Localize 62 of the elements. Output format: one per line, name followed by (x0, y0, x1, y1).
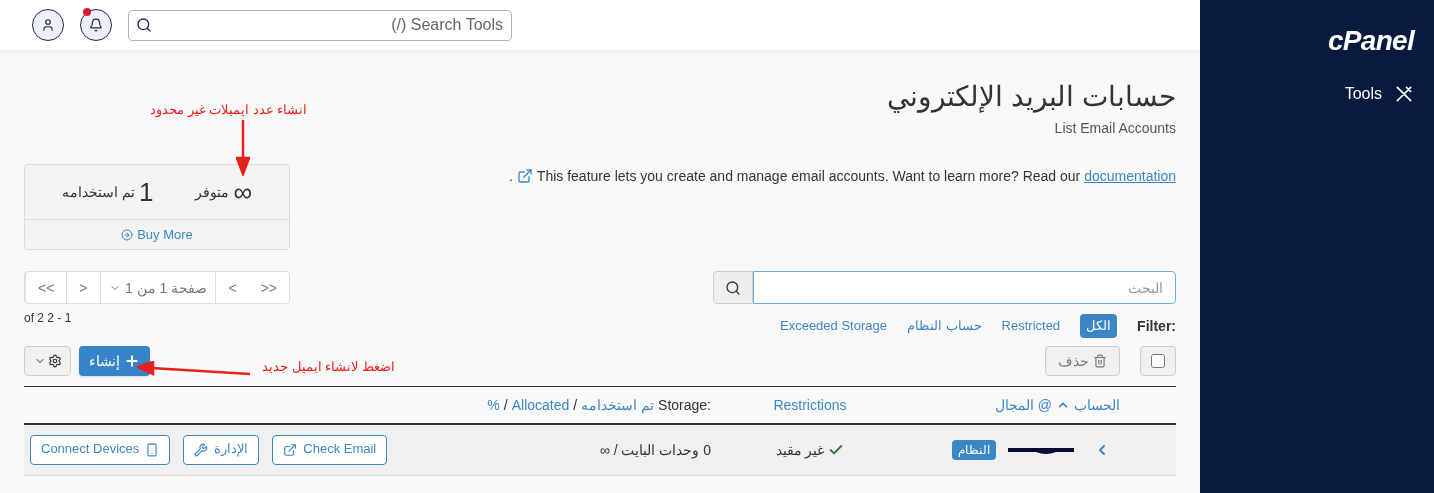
stat-label: متوفر (195, 183, 230, 202)
search-tools-field[interactable]: (/) Search Tools (128, 9, 512, 41)
page-nav-button[interactable]: >> (248, 272, 289, 303)
bell-icon (89, 18, 103, 32)
header-separator: / (503, 395, 508, 415)
annotation-text: اضغط لانشاء ايميل جديد (262, 358, 395, 376)
settings-dropdown-button[interactable] (24, 345, 71, 376)
feature-description: This feature lets you create and manage email accounts. Want to learn more? Read our documentation (536, 167, 1176, 186)
storage-header-label: Storage: (658, 395, 711, 415)
page-nav-button[interactable]: > (66, 272, 100, 303)
plus-icon (124, 352, 140, 369)
search-icon (136, 16, 152, 33)
stat-value: 1 (138, 179, 154, 205)
sidebar-item[interactable]: Tools (1344, 82, 1414, 106)
filter-option[interactable]: حساب النظام (906, 316, 982, 336)
storage-sort-link[interactable]: Allocated (511, 394, 570, 415)
search-icon (725, 279, 741, 296)
trash-icon (1093, 353, 1107, 368)
page-subtitle: List Email Accounts (1054, 119, 1176, 138)
wrench-icon (194, 442, 209, 457)
user-icon (41, 18, 55, 32)
page-nav-button[interactable]: < (215, 272, 249, 303)
annotation-text: انشاء عدد ايميلات غير محدود (150, 101, 308, 120)
user-button[interactable] (32, 9, 64, 41)
row-action-button[interactable]: Check Email (272, 434, 388, 465)
header-separator: / (573, 395, 578, 415)
select-all-checkbox[interactable] (1151, 353, 1165, 368)
account-sort-link[interactable]: الحساب (1074, 394, 1120, 415)
external-link-icon (283, 442, 298, 457)
cpanel-logo: cPanel (1327, 24, 1414, 58)
description-end-mark: . (508, 167, 513, 186)
restrictions-header[interactable]: Restrictions (773, 394, 847, 415)
tools-icon (1394, 84, 1414, 104)
gear-icon (47, 353, 62, 368)
system-badge: النظام (952, 439, 996, 460)
external-link-icon (516, 168, 533, 184)
row-action-button[interactable]: الإدارة (183, 434, 260, 465)
search-button[interactable] (713, 271, 753, 304)
notifications-button[interactable] (80, 9, 112, 41)
page-select[interactable]: صفحة 1 من 1 (99, 272, 216, 303)
storage-sort-link[interactable]: % (487, 394, 500, 415)
search-field[interactable]: البحث (753, 271, 1176, 304)
filter-label: Filter: (1137, 316, 1176, 336)
phone-icon (145, 442, 160, 457)
restrictions-value: غير مقيد (775, 440, 825, 460)
annotation-arrow (236, 120, 250, 176)
storage-value: 0 وحدات البايت / ∞ (599, 440, 711, 460)
buy-more-link[interactable]: Buy More (25, 220, 289, 249)
domain-sort-link[interactable]: @ المجال (994, 394, 1052, 415)
create-button[interactable]: إنشاء (79, 345, 150, 376)
stat-label: تم استخدامه (62, 183, 135, 202)
arrow-circle-icon (121, 228, 134, 241)
row-action-button[interactable]: Connect Devices (30, 434, 171, 465)
storage-sort-link[interactable]: تم استخدامه (581, 394, 655, 415)
results-range: of 2 2 - 1 (24, 310, 73, 326)
documentation-link[interactable]: documentation (1084, 168, 1176, 184)
filter-option[interactable]: Exceeded Storage (780, 316, 887, 336)
filter-option[interactable]: Restricted (1001, 316, 1061, 336)
stat-value: ∞ (233, 179, 252, 205)
filter-option[interactable]: الكل (1080, 314, 1118, 338)
page-title: حسابات البريد الإلكتروني (887, 80, 1176, 115)
page-nav-button[interactable]: << (25, 272, 67, 303)
